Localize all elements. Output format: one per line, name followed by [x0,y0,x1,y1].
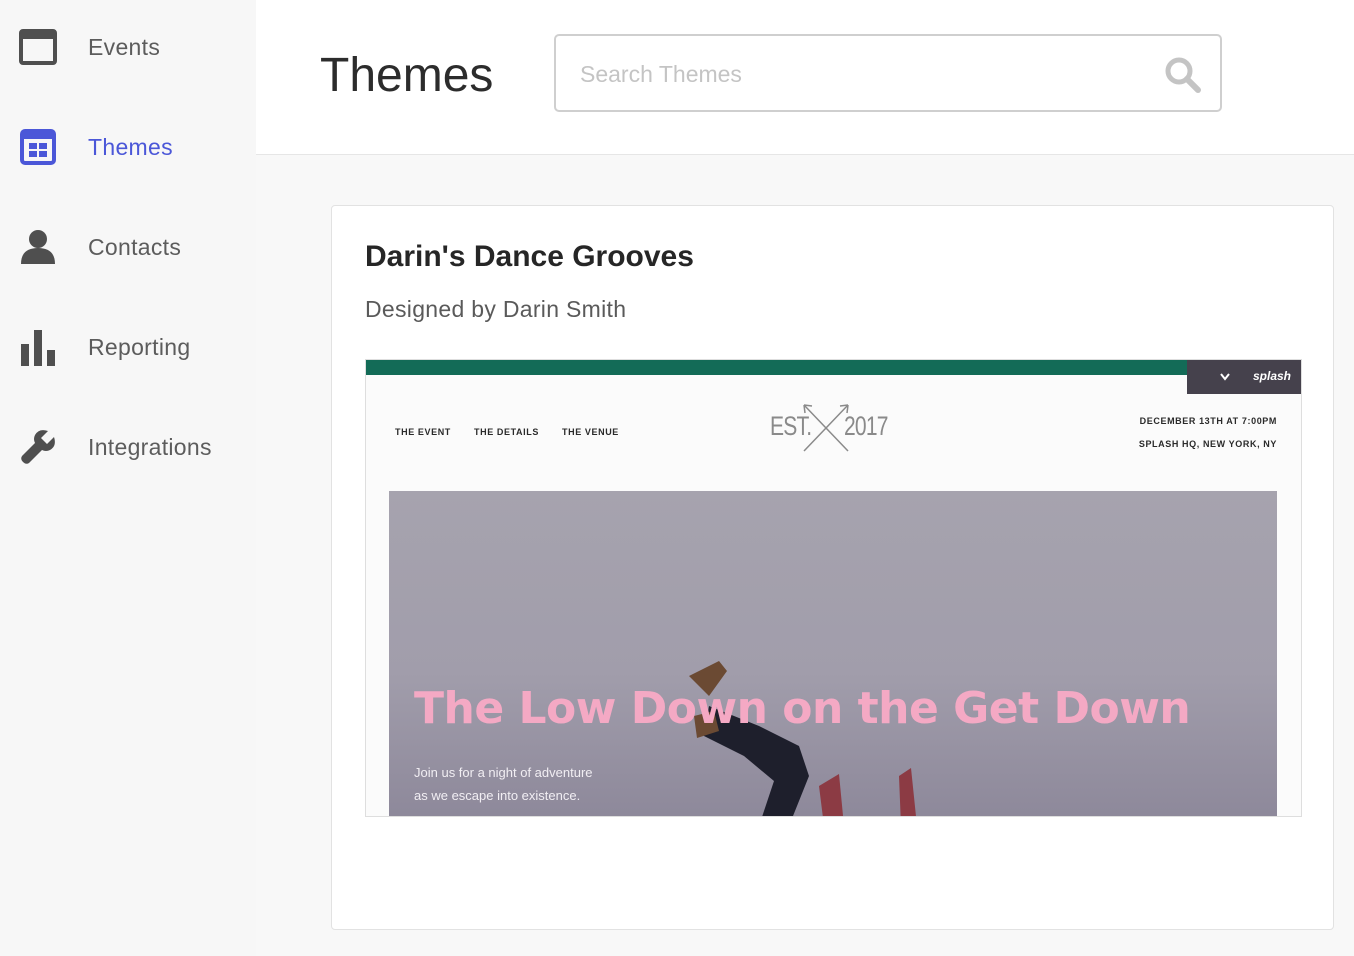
preview-hero-text: Join us for a night of adventure as we e… [414,761,593,807]
search-icon[interactable] [1164,56,1202,94]
preview-top-bar [366,360,1301,375]
search-box[interactable] [554,34,1222,112]
preview-logo: EST. 2017 [768,397,889,457]
sidebar-item-themes[interactable]: Themes [0,119,256,175]
splash-badge[interactable]: splash [1187,360,1301,394]
bar-chart-icon [18,329,58,366]
theme-preview[interactable]: splash THE EVENT THE DETAILS THE VENUE E… [365,359,1302,817]
sidebar-item-label: Themes [88,133,173,160]
wrench-icon [18,429,58,465]
hero-line-1: Join us for a night of adventure [414,765,593,780]
content-area: Darin's Dance Grooves Designed by Darin … [256,155,1354,956]
preview-date: DECEMBER 13TH AT 7:00PM [1139,416,1277,426]
sidebar-item-reporting[interactable]: Reporting [0,319,256,375]
preview-hero-title: The Low Down on the Get Down [414,683,1191,734]
preview-nav-details: THE DETAILS [474,427,539,437]
layout-grid-icon [18,129,58,165]
preview-location: SPLASH HQ, NEW YORK, NY [1138,439,1277,449]
theme-designer: Designed by Darin Smith [365,296,627,322]
hero-line-2: as we escape into existence. [414,788,581,803]
sidebar-item-contacts[interactable]: Contacts [0,219,256,275]
chevron-down-icon [1220,370,1230,384]
preview-hero-image: The Low Down on the Get Down Join us for… [389,491,1277,816]
preview-nav-event: THE EVENT [395,427,451,437]
theme-card[interactable]: Darin's Dance Grooves Designed by Darin … [331,205,1334,930]
sidebar-item-events[interactable]: Events [0,19,256,75]
sidebar-item-integrations[interactable]: Integrations [0,419,256,475]
sidebar-item-label: Contacts [88,233,182,260]
search-input[interactable] [578,54,1142,94]
sidebar-item-label: Events [88,33,161,60]
page-title: Themes [320,49,494,102]
sidebar: Events Themes Contacts Reporting Integra… [0,0,256,956]
theme-title: Darin's Dance Grooves [365,240,694,273]
dancer-figure [689,661,916,816]
sidebar-item-label: Integrations [88,433,212,460]
person-icon [18,229,58,265]
sidebar-item-label: Reporting [88,333,191,360]
logo-text-right: 2017 [844,411,889,441]
preview-nav-venue: THE VENUE [562,427,619,437]
splash-brand: splash [1253,369,1292,383]
calendar-window-icon [18,29,58,65]
page-header: Themes [256,0,1354,155]
